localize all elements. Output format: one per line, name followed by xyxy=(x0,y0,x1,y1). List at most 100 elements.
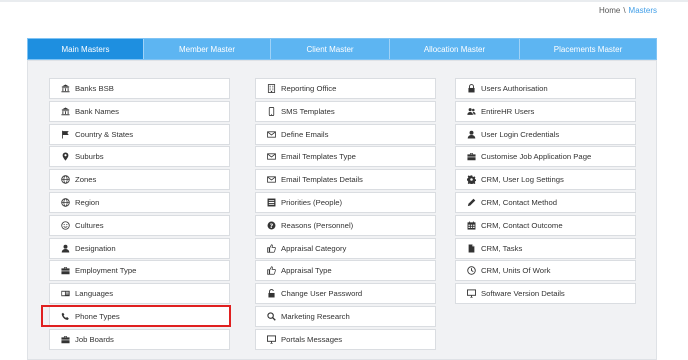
master-link-label: User Login Credentials xyxy=(481,129,560,139)
master-link-appraisal-category[interactable]: Appraisal Category xyxy=(255,237,436,259)
master-link-email-templates-type[interactable]: Email Templates Type xyxy=(255,146,436,168)
master-link-label: Reporting Office xyxy=(281,84,337,93)
user-icon xyxy=(466,129,476,139)
master-link-label: Zones xyxy=(75,175,97,185)
master-link-reasons-personnel[interactable]: ? Reasons (Personnel) xyxy=(255,214,436,236)
master-link-appraisal-type[interactable]: Appraisal Type xyxy=(255,260,436,282)
master-link-employment-type[interactable]: Employment Type xyxy=(49,260,230,282)
thumbs-up-icon xyxy=(266,243,276,253)
master-link-entirehr-users[interactable]: EntireHR Users xyxy=(455,100,636,122)
phone-icon xyxy=(60,311,70,321)
question-circle-icon: ? xyxy=(266,220,276,230)
master-link-job-boards[interactable]: Job Boards xyxy=(49,328,230,350)
masters-column-3: Users Authorisation EntireHR Users User Lo… xyxy=(455,78,636,306)
main-masters-panel: Banks BSB Bank Names Country & States Subur… xyxy=(27,60,657,360)
list-icon xyxy=(266,197,276,207)
master-link-label: Cultures xyxy=(75,220,104,230)
masters-column-2: Reporting Office SMS Templates Define Emai… xyxy=(255,78,436,352)
breadcrumb-home-link[interactable]: Home xyxy=(599,6,620,15)
master-link-users-authorisation[interactable]: Users Authorisation xyxy=(455,78,636,99)
masters-column-1: Banks BSB Bank Names Country & States Subur… xyxy=(49,78,230,352)
gear-icon xyxy=(466,175,476,185)
envelope-icon xyxy=(266,129,276,139)
envelope-icon xyxy=(266,175,276,185)
master-link-label: SMS Templates xyxy=(281,106,335,116)
tab-main-masters[interactable]: Main Masters xyxy=(28,39,144,59)
master-link-label: Change User Password xyxy=(281,289,363,299)
master-link-region[interactable]: Region xyxy=(49,191,230,213)
user-lock-icon xyxy=(466,84,476,94)
master-link-country-states[interactable]: Country & States xyxy=(49,123,230,145)
mobile-icon xyxy=(266,106,276,116)
master-link-define-emails[interactable]: Define Emails xyxy=(255,123,436,145)
thumbs-up-icon xyxy=(266,266,276,276)
master-link-suburbs[interactable]: Suburbs xyxy=(49,146,230,168)
tab-member-master[interactable]: Member Master xyxy=(144,39,271,59)
master-link-label: Languages xyxy=(75,289,114,299)
monitor-icon xyxy=(266,334,276,344)
master-link-reporting-office[interactable]: Reporting Office xyxy=(255,78,436,99)
tab-client-master[interactable]: Client Master xyxy=(271,39,390,59)
breadcrumb-current[interactable]: Masters xyxy=(629,6,657,15)
master-link-software-version-details[interactable]: Software Version Details xyxy=(455,283,636,305)
master-link-label: Appraisal Type xyxy=(281,266,332,276)
master-link-crm-tasks[interactable]: CRM, Tasks xyxy=(455,237,636,259)
map-marker-icon xyxy=(60,152,70,162)
master-link-email-templates-details[interactable]: Email Templates Details xyxy=(255,169,436,191)
calendar-icon xyxy=(466,220,476,230)
master-link-crm-units-of-work[interactable]: CRM, Units Of Work xyxy=(455,260,636,282)
master-link-bank-names[interactable]: Bank Names xyxy=(49,100,230,122)
master-link-languages[interactable]: Languages xyxy=(49,283,230,305)
master-link-user-login-credentials[interactable]: User Login Credentials xyxy=(455,123,636,145)
master-link-label: CRM, User Log Settings xyxy=(481,175,564,185)
master-link-banks-bsb[interactable]: Banks BSB xyxy=(49,78,230,99)
breadcrumb-separator: \ xyxy=(623,6,626,15)
master-link-label: Marketing Research xyxy=(281,311,350,321)
clock-icon xyxy=(466,266,476,276)
master-link-label: Portals Messages xyxy=(281,334,343,344)
globe-icon xyxy=(60,175,70,185)
briefcase-icon xyxy=(60,334,70,344)
master-link-priorities-people[interactable]: Priorities (People) xyxy=(255,191,436,213)
master-link-zones[interactable]: Zones xyxy=(49,169,230,191)
id-card-icon xyxy=(60,289,70,299)
master-link-label: Appraisal Category xyxy=(281,243,347,253)
master-link-customise-job-application-page[interactable]: Customise Job Application Page xyxy=(455,146,636,168)
master-link-change-user-password[interactable]: Change User Password xyxy=(255,283,436,305)
master-link-label: CRM, Units Of Work xyxy=(481,266,551,276)
master-link-label: Banks BSB xyxy=(75,84,114,93)
master-link-label: Employment Type xyxy=(75,266,137,276)
tab-allocation-master[interactable]: Allocation Master xyxy=(390,39,520,59)
master-link-designation[interactable]: Designation xyxy=(49,237,230,259)
master-link-crm-contact-outcome[interactable]: CRM, Contact Outcome xyxy=(455,214,636,236)
master-link-label: Priorities (People) xyxy=(281,197,343,207)
user-icon xyxy=(60,243,70,253)
master-link-label: Customise Job Application Page xyxy=(481,152,592,162)
bank-icon xyxy=(60,106,70,116)
pencil-icon xyxy=(466,197,476,207)
file-icon xyxy=(466,243,476,253)
master-link-label: Job Boards xyxy=(75,334,114,344)
top-divider xyxy=(0,0,688,2)
master-link-phone-types[interactable]: Phone Types xyxy=(49,305,230,327)
monitor-icon xyxy=(466,289,476,299)
master-link-crm-contact-method[interactable]: CRM, Contact Method xyxy=(455,191,636,213)
svg-text:?: ? xyxy=(269,223,273,230)
master-link-sms-templates[interactable]: SMS Templates xyxy=(255,100,436,122)
master-link-label: Software Version Details xyxy=(481,289,565,299)
smile-icon xyxy=(60,220,70,230)
master-link-cultures[interactable]: Cultures xyxy=(49,214,230,236)
masters-tab-bar: Main Masters Member Master Client Master… xyxy=(27,38,657,60)
master-link-label: Phone Types xyxy=(75,311,120,321)
master-link-label: Define Emails xyxy=(281,129,329,139)
master-link-label: Users Authorisation xyxy=(481,84,548,93)
master-link-label: Region xyxy=(75,197,100,207)
master-link-label: CRM, Tasks xyxy=(481,243,523,253)
master-link-crm-user-log-settings[interactable]: CRM, User Log Settings xyxy=(455,169,636,191)
unlock-icon xyxy=(266,289,276,299)
briefcase-icon xyxy=(60,266,70,276)
tab-placements-master[interactable]: Placements Master xyxy=(520,39,656,59)
master-link-portals-messages[interactable]: Portals Messages xyxy=(255,328,436,350)
master-link-marketing-research[interactable]: Marketing Research xyxy=(255,305,436,327)
master-link-label: Suburbs xyxy=(75,152,104,162)
